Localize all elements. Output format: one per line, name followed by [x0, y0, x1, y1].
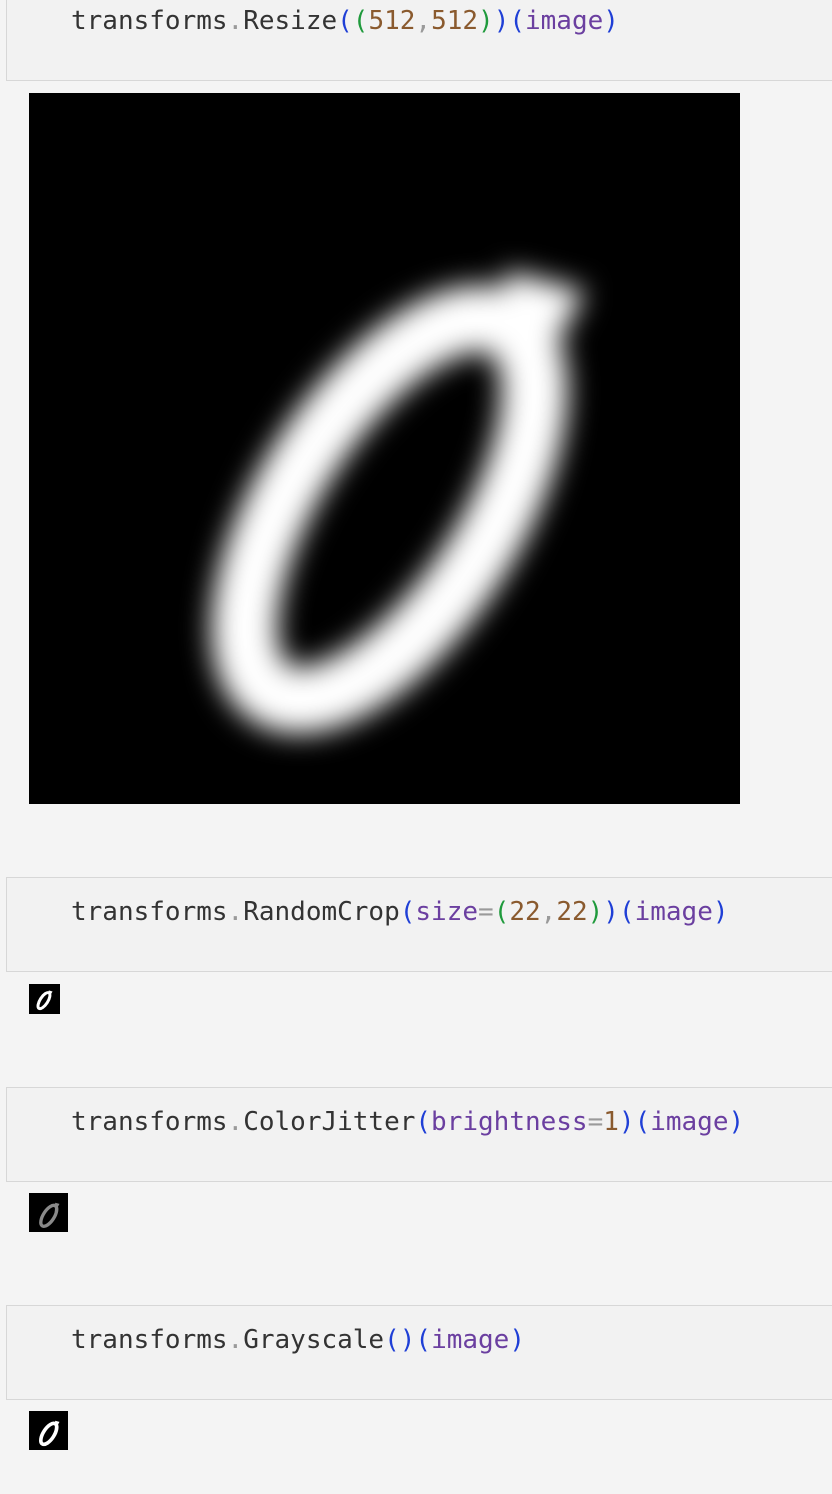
token-paren: ( — [618, 897, 635, 927]
token-keyword: brightness — [431, 1107, 588, 1137]
token-paren: ) — [587, 897, 604, 927]
code-line-grayscale: transforms.Grayscale()(image) — [71, 1324, 525, 1356]
output-image-resize — [29, 93, 740, 804]
token-argument: image — [431, 1325, 510, 1355]
output-image-grayscale — [29, 1411, 68, 1450]
token-paren: ( — [634, 1107, 651, 1137]
token-paren: ( — [415, 1325, 432, 1355]
token-paren: ( — [399, 897, 416, 927]
token-keyword: size — [415, 897, 479, 927]
output-image-randomcrop — [29, 984, 60, 1014]
token-paren: ) — [399, 1325, 416, 1355]
token-operator: = — [478, 897, 494, 927]
token-number: 22 — [556, 897, 588, 927]
token-function: ColorJitter — [243, 1107, 416, 1137]
token-paren: ) — [618, 1107, 635, 1137]
digit-zero-image — [39, 1202, 60, 1228]
token-paren: ( — [493, 897, 510, 927]
token-paren: ) — [509, 1325, 525, 1355]
code-line-resize: transforms.Resize((512,512))(image) — [71, 5, 619, 37]
token-dot: . — [227, 897, 244, 927]
code-line-colorjitter: transforms.ColorJitter(brightness=1)(ima… — [71, 1106, 744, 1138]
token-comma: , — [540, 897, 557, 927]
token-module: transforms — [71, 1107, 228, 1137]
token-paren: ) — [712, 897, 729, 927]
digit-zero-image — [211, 270, 586, 734]
token-number: 512 — [368, 6, 416, 36]
code-cell-randomcrop[interactable]: transforms.RandomCrop(size=(22,22))(imag… — [6, 877, 832, 972]
output-image-colorjitter — [29, 1193, 68, 1232]
token-module: transforms — [71, 1325, 228, 1355]
token-paren: ) — [603, 6, 619, 36]
token-number: 22 — [509, 897, 541, 927]
token-function: Resize — [243, 6, 338, 36]
token-function: RandomCrop — [243, 897, 400, 927]
code-cell-grayscale[interactable]: transforms.Grayscale()(image) — [6, 1305, 832, 1400]
token-paren: ( — [337, 6, 353, 36]
code-cell-resize[interactable]: transforms.Resize((512,512))(image) — [6, 0, 832, 81]
token-operator: = — [587, 1107, 604, 1137]
code-line-randomcrop: transforms.RandomCrop(size=(22,22))(imag… — [71, 896, 729, 928]
digit-zero-image — [36, 990, 53, 1011]
token-paren: ( — [415, 1107, 432, 1137]
token-function: Grayscale — [243, 1325, 385, 1355]
token-dot: . — [227, 1325, 244, 1355]
digit-zero-image — [39, 1420, 60, 1447]
token-dot: . — [227, 1107, 244, 1137]
token-paren: ( — [509, 6, 525, 36]
code-cell-colorjitter[interactable]: transforms.ColorJitter(brightness=1)(ima… — [6, 1087, 832, 1182]
token-paren: ) — [493, 6, 510, 36]
token-paren: ( — [384, 1325, 400, 1355]
token-argument: image — [525, 6, 604, 36]
token-paren: ) — [603, 897, 619, 927]
token-comma: , — [415, 6, 432, 36]
token-number: 1 — [603, 1107, 619, 1137]
token-argument: image — [650, 1107, 729, 1137]
token-module: transforms — [71, 6, 228, 36]
token-paren: ) — [728, 1107, 745, 1137]
token-paren: ( — [352, 6, 369, 36]
token-argument: image — [634, 897, 713, 927]
token-paren: ) — [478, 6, 494, 36]
token-module: transforms — [71, 897, 228, 927]
token-dot: . — [227, 6, 244, 36]
token-number: 512 — [431, 6, 479, 36]
